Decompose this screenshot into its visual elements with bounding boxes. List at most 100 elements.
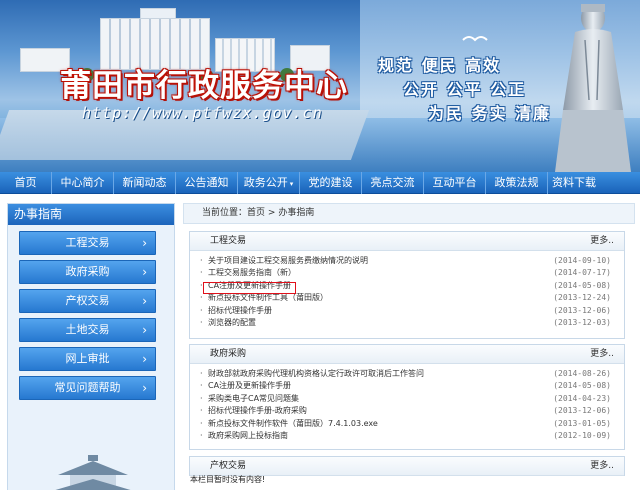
nav-item-highlights[interactable]: 亮点交流	[362, 172, 424, 194]
item-date: (2013-12-06)	[553, 406, 611, 416]
slogan-line: 公开 公平 公正	[403, 80, 527, 99]
sidebar-item-label: 产权交易	[65, 294, 110, 307]
section-title: 工程交易	[210, 236, 247, 246]
sidebar-item-label: 常见问题帮助	[54, 381, 121, 394]
chevron-right-icon: ›	[142, 352, 147, 366]
item-title: 采购类电子CA常见问题集	[208, 393, 300, 403]
item-date: (2013-01-05)	[553, 418, 611, 428]
site-url: http://www.ptfwzx.gov.cn	[82, 104, 323, 122]
seagull-icon	[462, 36, 488, 42]
site-title: 莆田市行政服务中心	[60, 68, 348, 104]
slogan-line: 为民 务实 清廉	[428, 104, 552, 123]
list-item[interactable]: · 招标代理操作手册-政府采购 (2013-12-06)	[190, 405, 624, 417]
bullet-icon: ·	[200, 369, 203, 378]
section-header: 工程交易 更多..	[190, 232, 624, 251]
list-item[interactable]: · 政府采购网上投标指南 (2012-10-09)	[190, 430, 624, 442]
section-procurement: 政府采购 更多.. · 财政部就政府采购代理机构资格认定行政许可取消后工作答问 (2…	[189, 344, 625, 450]
chevron-right-icon: ›	[142, 265, 147, 279]
item-title: 政府采购网上投标指南	[208, 430, 288, 440]
statue-image	[555, 4, 631, 172]
list-item[interactable]: · 新点投标文件制作软件（莆田版）7.4.1.03.exe (2013-01-05)	[190, 418, 624, 430]
bullet-icon: ·	[200, 381, 203, 391]
nav-item-gov-affairs[interactable]: 政务公开 ▾	[238, 172, 300, 194]
item-title: 关于项目建设工程交易服务费缴纳情况的说明	[208, 256, 368, 265]
chevron-right-icon: ›	[142, 381, 147, 395]
bullet-icon: ·	[200, 393, 203, 403]
breadcrumb-current: 办事指南	[278, 208, 315, 218]
chevron-right-icon: ›	[142, 323, 147, 337]
nav-item-home[interactable]: 首页	[0, 172, 52, 194]
nav-item-about[interactable]: 中心简介	[52, 172, 114, 194]
item-date: (2012-10-09)	[553, 430, 611, 440]
list-item[interactable]: · 新点投标文件制作工具（莆田版） (2013-12-24)	[190, 292, 624, 304]
pagoda-image	[28, 453, 158, 490]
list-item[interactable]: · CA注册及更新操作手册 (2014-05-08)	[190, 380, 624, 392]
sidebar-item-label: 工程交易	[65, 236, 110, 249]
bullet-icon: ·	[200, 406, 203, 416]
item-date: (2014-09-10)	[553, 256, 611, 265]
item-date: (2014-07-17)	[553, 268, 611, 278]
more-link[interactable]: 更多..	[590, 457, 614, 476]
bullet-icon: ·	[200, 418, 203, 428]
bullet-icon: ·	[200, 268, 203, 278]
item-title: 新点投标文件制作工具（莆田版）	[208, 293, 328, 303]
more-link[interactable]: 更多..	[590, 345, 614, 364]
chevron-right-icon: ›	[142, 294, 147, 308]
item-date: (2014-04-23)	[553, 393, 611, 403]
list-item[interactable]: · 浏览器的配置 (2013-12-03)	[190, 317, 624, 329]
nav-item-notices[interactable]: 公告通知	[176, 172, 238, 194]
sidebar-item-label: 网上审批	[65, 352, 110, 365]
empty-notice: 本栏目暂时没有内容!	[190, 475, 266, 484]
nav-item-downloads[interactable]: 资料下载	[548, 172, 600, 194]
list-item[interactable]: · 财政部就政府采购代理机构资格认定行政许可取消后工作答问 (2014-08-26)	[190, 368, 624, 380]
section-list: · 财政部就政府采购代理机构资格认定行政许可取消后工作答问 (2014-08-26)…	[190, 364, 624, 442]
section-property: 产权交易 更多..	[189, 456, 625, 476]
breadcrumb: 当前位置：首页 > 办事指南	[183, 203, 635, 224]
sidebar-item-faq[interactable]: 常见问题帮助 ›	[19, 376, 156, 400]
nav-item-label: 政务公开	[243, 176, 288, 189]
bullet-icon: ·	[200, 256, 203, 265]
sidebar-item-label: 土地交易	[65, 323, 110, 336]
sidebar-item-label: 政府采购	[65, 265, 110, 278]
item-date: (2013-12-03)	[553, 317, 611, 327]
breadcrumb-home[interactable]: 首页	[247, 208, 265, 218]
item-title: 招标代理操作手册-政府采购	[208, 406, 307, 416]
item-title: 新点投标文件制作软件（莆田版）7.4.1.03.exe	[208, 418, 378, 428]
item-date: (2014-08-26)	[553, 369, 611, 378]
item-date: (2013-12-24)	[553, 293, 611, 303]
main-nav: 首页 中心简介 新闻动态 公告通知 政务公开 ▾ 党的建设 亮点交流 互动平台 政…	[0, 172, 640, 194]
sidebar: 办事指南 工程交易 › 政府采购 › 产权交易 › 土地交易 › 网上审批 › 常见问题帮…	[7, 203, 175, 490]
item-date: (2014-05-08)	[553, 280, 611, 290]
item-title: CA注册及更新操作手册	[208, 381, 292, 391]
item-date: (2014-05-08)	[553, 381, 611, 391]
bullet-icon: ·	[200, 305, 203, 315]
sidebar-item-property[interactable]: 产权交易 ›	[19, 289, 156, 313]
item-date: (2013-12-06)	[553, 305, 611, 315]
sidebar-body: 工程交易 › 政府采购 › 产权交易 › 土地交易 › 网上审批 › 常见问题帮助 ›	[8, 225, 174, 490]
list-item[interactable]: · 采购类电子CA常见问题集 (2014-04-23)	[190, 393, 624, 405]
sidebar-title: 办事指南	[8, 204, 174, 225]
list-item[interactable]: · 工程交易服务指南（新） (2014-07-17)	[190, 267, 624, 279]
more-link[interactable]: 更多..	[590, 232, 614, 251]
bullet-icon: ·	[200, 430, 203, 440]
nav-item-interaction[interactable]: 互动平台	[424, 172, 486, 194]
section-header: 政府采购 更多..	[190, 345, 624, 364]
section-title: 政府采购	[210, 349, 247, 359]
item-title: 招标代理操作手册	[208, 305, 272, 315]
sidebar-item-online-approval[interactable]: 网上审批 ›	[19, 347, 156, 371]
nav-item-party[interactable]: 党的建设	[300, 172, 362, 194]
sidebar-item-land[interactable]: 土地交易 ›	[19, 318, 156, 342]
nav-item-news[interactable]: 新闻动态	[114, 172, 176, 194]
header-banner: 莆田市行政服务中心 http://www.ptfwzx.gov.cn 规范 便民…	[0, 0, 640, 172]
nav-item-policy[interactable]: 政策法规	[486, 172, 548, 194]
item-title: 浏览器的配置	[208, 317, 256, 327]
list-item[interactable]: · 关于项目建设工程交易服务费缴纳情况的说明 (2014-09-10)	[190, 255, 624, 267]
sidebar-item-engineering[interactable]: 工程交易 ›	[19, 231, 156, 255]
list-item[interactable]: · 招标代理操作手册 (2013-12-06)	[190, 305, 624, 317]
slogan-line: 规范 便民 高效	[378, 56, 502, 75]
highlight-box	[203, 282, 296, 294]
dropdown-arrow-icon: ▾	[289, 180, 294, 188]
bullet-icon: ·	[200, 317, 203, 327]
sidebar-item-procurement[interactable]: 政府采购 ›	[19, 260, 156, 284]
item-title: 财政部就政府采购代理机构资格认定行政许可取消后工作答问	[208, 369, 424, 378]
